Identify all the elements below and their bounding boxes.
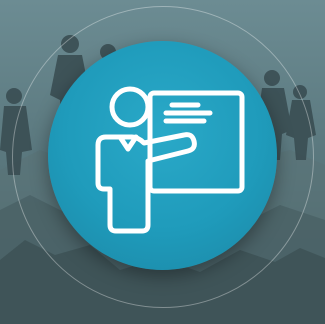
presentation-badge-graphic <box>0 0 325 324</box>
presenter-whiteboard-icon <box>95 86 245 234</box>
